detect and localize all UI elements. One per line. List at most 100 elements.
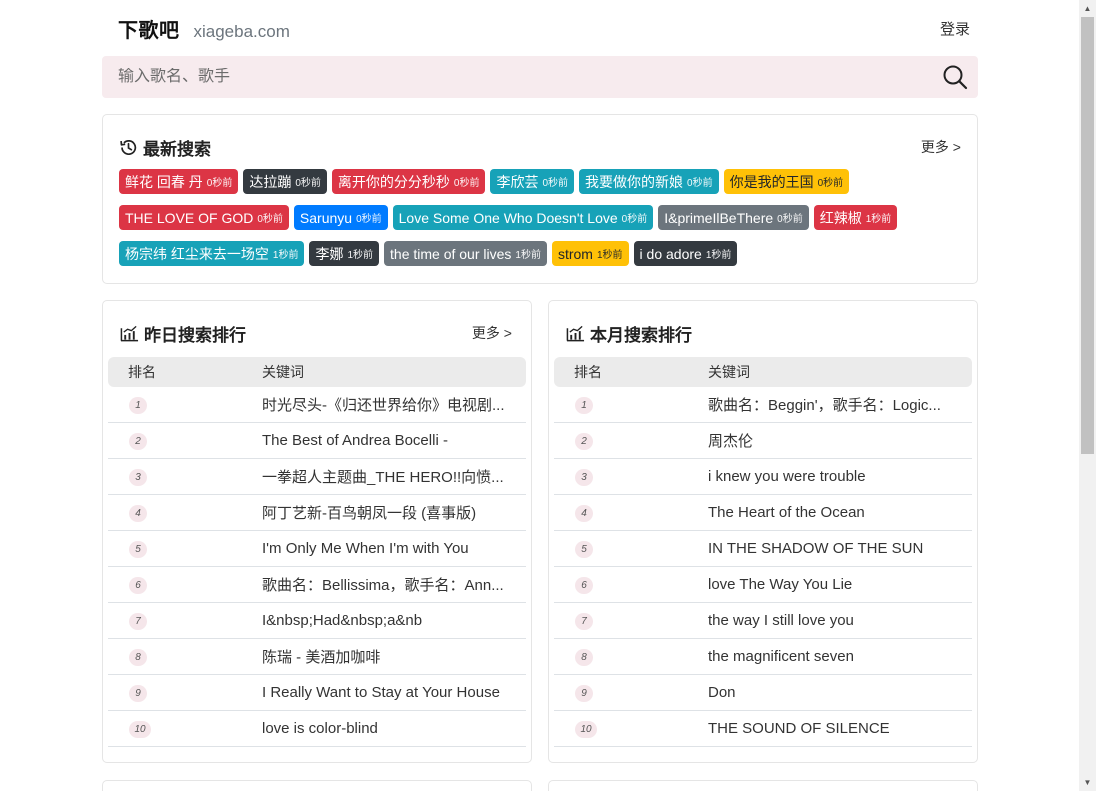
ranking-keyword-link[interactable]: THE SOUND OF SILENCE [708, 720, 890, 737]
ranking-keyword-link[interactable]: 时光尽头-《归还世界给你》电视剧... [262, 394, 505, 415]
ranking-row[interactable]: 4 阿丁艺新-百鸟朝凤一段 (喜事版) [108, 495, 526, 531]
recent-more-link[interactable]: 更多 > [921, 137, 961, 157]
recent-search-tag[interactable]: 鲜花 回春 丹 0秒前 [119, 169, 239, 194]
tag-keyword: 我要做你的新娘 [585, 173, 684, 190]
main-container: 下歌吧 xiageba.com 登录 输入歌名、歌手 最新搜索 更多 > 鲜花 … [102, 0, 978, 791]
brand[interactable]: 下歌吧 xiageba.com [102, 14, 290, 43]
ranking-row[interactable]: 2 The Best of Andrea Bocelli - [108, 423, 526, 459]
ranking-row[interactable]: 3 i knew you were trouble [554, 459, 972, 495]
ranking-keyword-link[interactable]: I Really Want to Stay at Your House [262, 684, 500, 701]
rank-cell: 10 [108, 719, 262, 738]
ranking-keyword-link[interactable]: 陈瑞 - 美酒加咖啡 [262, 646, 380, 667]
ranking-row[interactable]: 4 The Heart of the Ocean [554, 495, 972, 531]
recent-search-tag[interactable]: 李娜 1秒前 [309, 241, 380, 266]
rank-cell: 5 [108, 539, 262, 558]
ranking-keyword-link[interactable]: The Heart of the Ocean [708, 504, 865, 521]
tag-keyword: 李娜 [315, 245, 344, 262]
recent-search-tag[interactable]: THE LOVE OF GOD 0秒前 [119, 205, 289, 230]
recent-search-tag[interactable]: 离开你的分分秒秒 0秒前 [331, 169, 486, 194]
ranking-row[interactable]: 5 IN THE SHADOW OF THE SUN [554, 531, 972, 567]
recent-search-tag[interactable]: 红辣椒 1秒前 [813, 205, 898, 230]
yesterday-header: 昨日搜索排行 更多 > [108, 319, 526, 347]
login-link[interactable]: 登录 [940, 18, 978, 39]
ranking-row[interactable]: 1 时光尽头-《归还世界给你》电视剧... [108, 387, 526, 423]
tag-time-ago: 0秒前 [817, 178, 844, 189]
ranking-row[interactable]: 6 love The Way You Lie [554, 567, 972, 603]
tag-time-ago: 0秒前 [542, 178, 569, 189]
ranking-keyword-link[interactable]: IN THE SHADOW OF THE SUN [708, 540, 923, 557]
recent-search-tag[interactable]: i do adore 1秒前 [633, 241, 738, 266]
yesterday-title-text: 昨日搜索排行 [144, 325, 246, 345]
recent-search-tag[interactable]: Sarunyu 0秒前 [293, 205, 388, 230]
chart-icon [566, 325, 585, 342]
ranking-keyword-link[interactable]: I'm Only Me When I'm with You [262, 540, 469, 557]
brand-name[interactable]: 下歌吧 [118, 14, 180, 43]
ranking-row[interactable]: 7 I&nbsp;Had&nbsp;a&nb [108, 603, 526, 639]
ranking-row[interactable]: 6 歌曲名：Bellissima，歌手名：Ann... [108, 567, 526, 603]
recent-search-tag[interactable]: 李欣芸 0秒前 [490, 169, 575, 194]
history-icon [120, 139, 137, 155]
rank-number-badge: 6 [575, 577, 593, 594]
ranking-row[interactable]: 7 the way I still love you [554, 603, 972, 639]
scroll-down-arrow-icon[interactable]: ▼ [1079, 774, 1096, 791]
rank-number-badge: 5 [129, 541, 147, 558]
ranking-row[interactable]: 1 歌曲名：Beggin'，歌手名：Logic... [554, 387, 972, 423]
ranking-row[interactable]: 10 love is color-blind [108, 711, 526, 747]
tag-time-ago: 0秒前 [206, 178, 233, 189]
recent-search-tag[interactable]: 你是我的王国 0秒前 [723, 169, 850, 194]
rank-cell: 8 [554, 647, 708, 666]
month-ranking-card: 本月搜索排行 排名 关键词 1 歌曲名：Beggin'，歌手名：Logic... 2… [548, 300, 978, 763]
ranking-keyword-link[interactable]: i knew you were trouble [708, 468, 866, 485]
ranking-keyword-link[interactable]: love The Way You Lie [708, 576, 852, 593]
scrollbar-thumb[interactable] [1081, 17, 1094, 454]
ranking-row[interactable]: 9 I Really Want to Stay at Your House [108, 675, 526, 711]
recent-search-tag[interactable]: the time of our lives 1秒前 [384, 241, 547, 266]
ranking-keyword-link[interactable]: 阿丁艺新-百鸟朝凤一段 (喜事版) [262, 502, 476, 523]
rank-number-badge: 8 [575, 649, 593, 666]
search-icon[interactable] [942, 64, 968, 90]
recent-search-tag[interactable]: 达拉蹦 0秒前 [243, 169, 327, 194]
page-scrollbar[interactable]: ▲ ▼ [1079, 0, 1096, 791]
ranking-keyword-link[interactable]: The Best of Andrea Bocelli - [262, 432, 448, 449]
recent-header: 最新搜索 更多 > [119, 133, 961, 161]
tag-time-ago: 1秒前 [515, 250, 541, 261]
search-input[interactable] [118, 68, 898, 86]
ranking-keyword-link[interactable]: Don [708, 684, 736, 701]
ranking-keyword-link[interactable]: 歌曲名：Beggin'，歌手名：Logic... [708, 394, 941, 415]
ranking-keyword-link[interactable]: the way I still love you [708, 612, 854, 629]
recent-search-tag[interactable]: Love Some One Who Doesn't Love 0秒前 [392, 205, 654, 230]
ranking-keyword-link[interactable]: 一拳超人主题曲_THE HERO!!向愤... [262, 466, 504, 487]
ranking-keyword-link[interactable]: 周杰伦 [708, 430, 753, 451]
yesterday-title: 昨日搜索排行 [120, 321, 246, 346]
tag-time-ago: 0秒前 [453, 178, 480, 189]
tag-time-ago: 0秒前 [356, 214, 382, 225]
tag-time-ago: 1秒前 [865, 214, 892, 225]
page: 下歌吧 xiageba.com 登录 输入歌名、歌手 最新搜索 更多 > 鲜花 … [0, 0, 1096, 791]
ranking-keyword-link[interactable]: I&nbsp;Had&nbsp;a&nb [262, 612, 422, 629]
tag-keyword: 达拉蹦 [249, 173, 292, 190]
ranking-row[interactable]: 2 周杰伦 [554, 423, 972, 459]
tag-keyword: 你是我的王国 [729, 173, 814, 190]
ranking-row[interactable]: 10 THE SOUND OF SILENCE [554, 711, 972, 747]
recent-searches-card: 最新搜索 更多 > 鲜花 回春 丹 0秒前 达拉蹦 0秒前 离开你的分分秒秒 0秒前 李欣芸… [102, 114, 978, 284]
recent-search-tag[interactable]: I&primeIlBeThere 0秒前 [658, 205, 809, 230]
ranking-row[interactable]: 8 陈瑞 - 美酒加咖啡 [108, 639, 526, 675]
scroll-up-arrow-icon[interactable]: ▲ [1079, 0, 1096, 17]
ranking-keyword-link[interactable]: the magnificent seven [708, 648, 854, 665]
ranking-keyword-link[interactable]: 歌曲名：Bellissima，歌手名：Ann... [262, 574, 504, 595]
rank-cell: 4 [108, 503, 262, 522]
yesterday-rows: 1 时光尽头-《归还世界给你》电视剧... 2 The Best of Andrea … [108, 387, 526, 747]
recent-search-tag[interactable]: 杨宗纬 红尘来去一场空 1秒前 [119, 241, 305, 266]
rank-cell: 7 [554, 611, 708, 630]
tag-keyword: strom [557, 245, 593, 262]
recent-search-tag[interactable]: 我要做你的新娘 0秒前 [579, 169, 719, 194]
ranking-keyword-link[interactable]: love is color-blind [262, 720, 378, 737]
yesterday-more-link[interactable]: 更多 > [472, 323, 512, 343]
ranking-row[interactable]: 9 Don [554, 675, 972, 711]
ranking-row[interactable]: 8 the magnificent seven [554, 639, 972, 675]
ranking-row[interactable]: 5 I'm Only Me When I'm with You [108, 531, 526, 567]
rank-number-badge: 2 [575, 433, 593, 450]
recent-search-tag[interactable]: strom 1秒前 [551, 241, 629, 266]
ranking-row[interactable]: 3 一拳超人主题曲_THE HERO!!向愤... [108, 459, 526, 495]
rank-number-badge: 10 [129, 721, 151, 738]
